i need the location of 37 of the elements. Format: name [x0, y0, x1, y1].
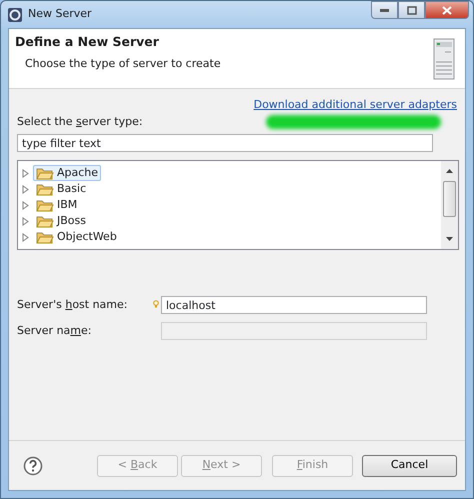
- server-icon: [433, 38, 455, 80]
- field-label: Server name:: [17, 322, 92, 339]
- scrollbar[interactable]: [441, 161, 458, 249]
- tree-item[interactable]: JBoss: [33, 213, 89, 229]
- cancel-button[interactable]: Cancel: [362, 454, 457, 476]
- tree-item[interactable]: Apache: [33, 165, 102, 181]
- scroll-up-icon[interactable]: [446, 169, 453, 173]
- help-icon[interactable]: [23, 456, 43, 476]
- maximize-button[interactable]: [398, 1, 425, 19]
- folder-icon: [36, 166, 54, 180]
- minimize-button[interactable]: [371, 1, 398, 19]
- maximize-icon: [406, 6, 416, 14]
- filter-field[interactable]: type filter text: [17, 134, 433, 152]
- close-icon: [442, 6, 452, 14]
- folder-icon: [36, 230, 54, 244]
- expand-arrow-icon[interactable]: [22, 168, 29, 178]
- close-button[interactable]: [425, 1, 469, 19]
- expand-arrow-icon[interactable]: [22, 216, 29, 226]
- text-field[interactable]: localhost: [161, 296, 427, 314]
- minimize-icon: [380, 8, 389, 12]
- page-subtitle: Choose the type of server to create: [24, 56, 221, 72]
- expand-arrow-icon[interactable]: [22, 200, 29, 210]
- field-label: Server's host name:: [17, 296, 128, 313]
- tree-item[interactable]: IBM: [33, 197, 80, 213]
- expand-arrow-icon[interactable]: [22, 232, 29, 242]
- expand-arrow-icon[interactable]: [22, 184, 29, 194]
- page-title: Define a New Server: [15, 34, 160, 49]
- folder-icon: [36, 182, 54, 196]
- folder-icon: [36, 214, 54, 228]
- download-link[interactable]: Download additional server adapters: [254, 97, 457, 114]
- window-title: New Server: [28, 6, 92, 22]
- tree-item[interactable]: ObjectWeb: [33, 229, 120, 245]
- folder-icon: [36, 198, 54, 212]
- tree-item[interactable]: Basic: [33, 181, 90, 197]
- server-type-label: Select the server type:: [17, 114, 143, 130]
- scroll-down-icon[interactable]: [446, 237, 453, 241]
- app-icon: [7, 6, 23, 22]
